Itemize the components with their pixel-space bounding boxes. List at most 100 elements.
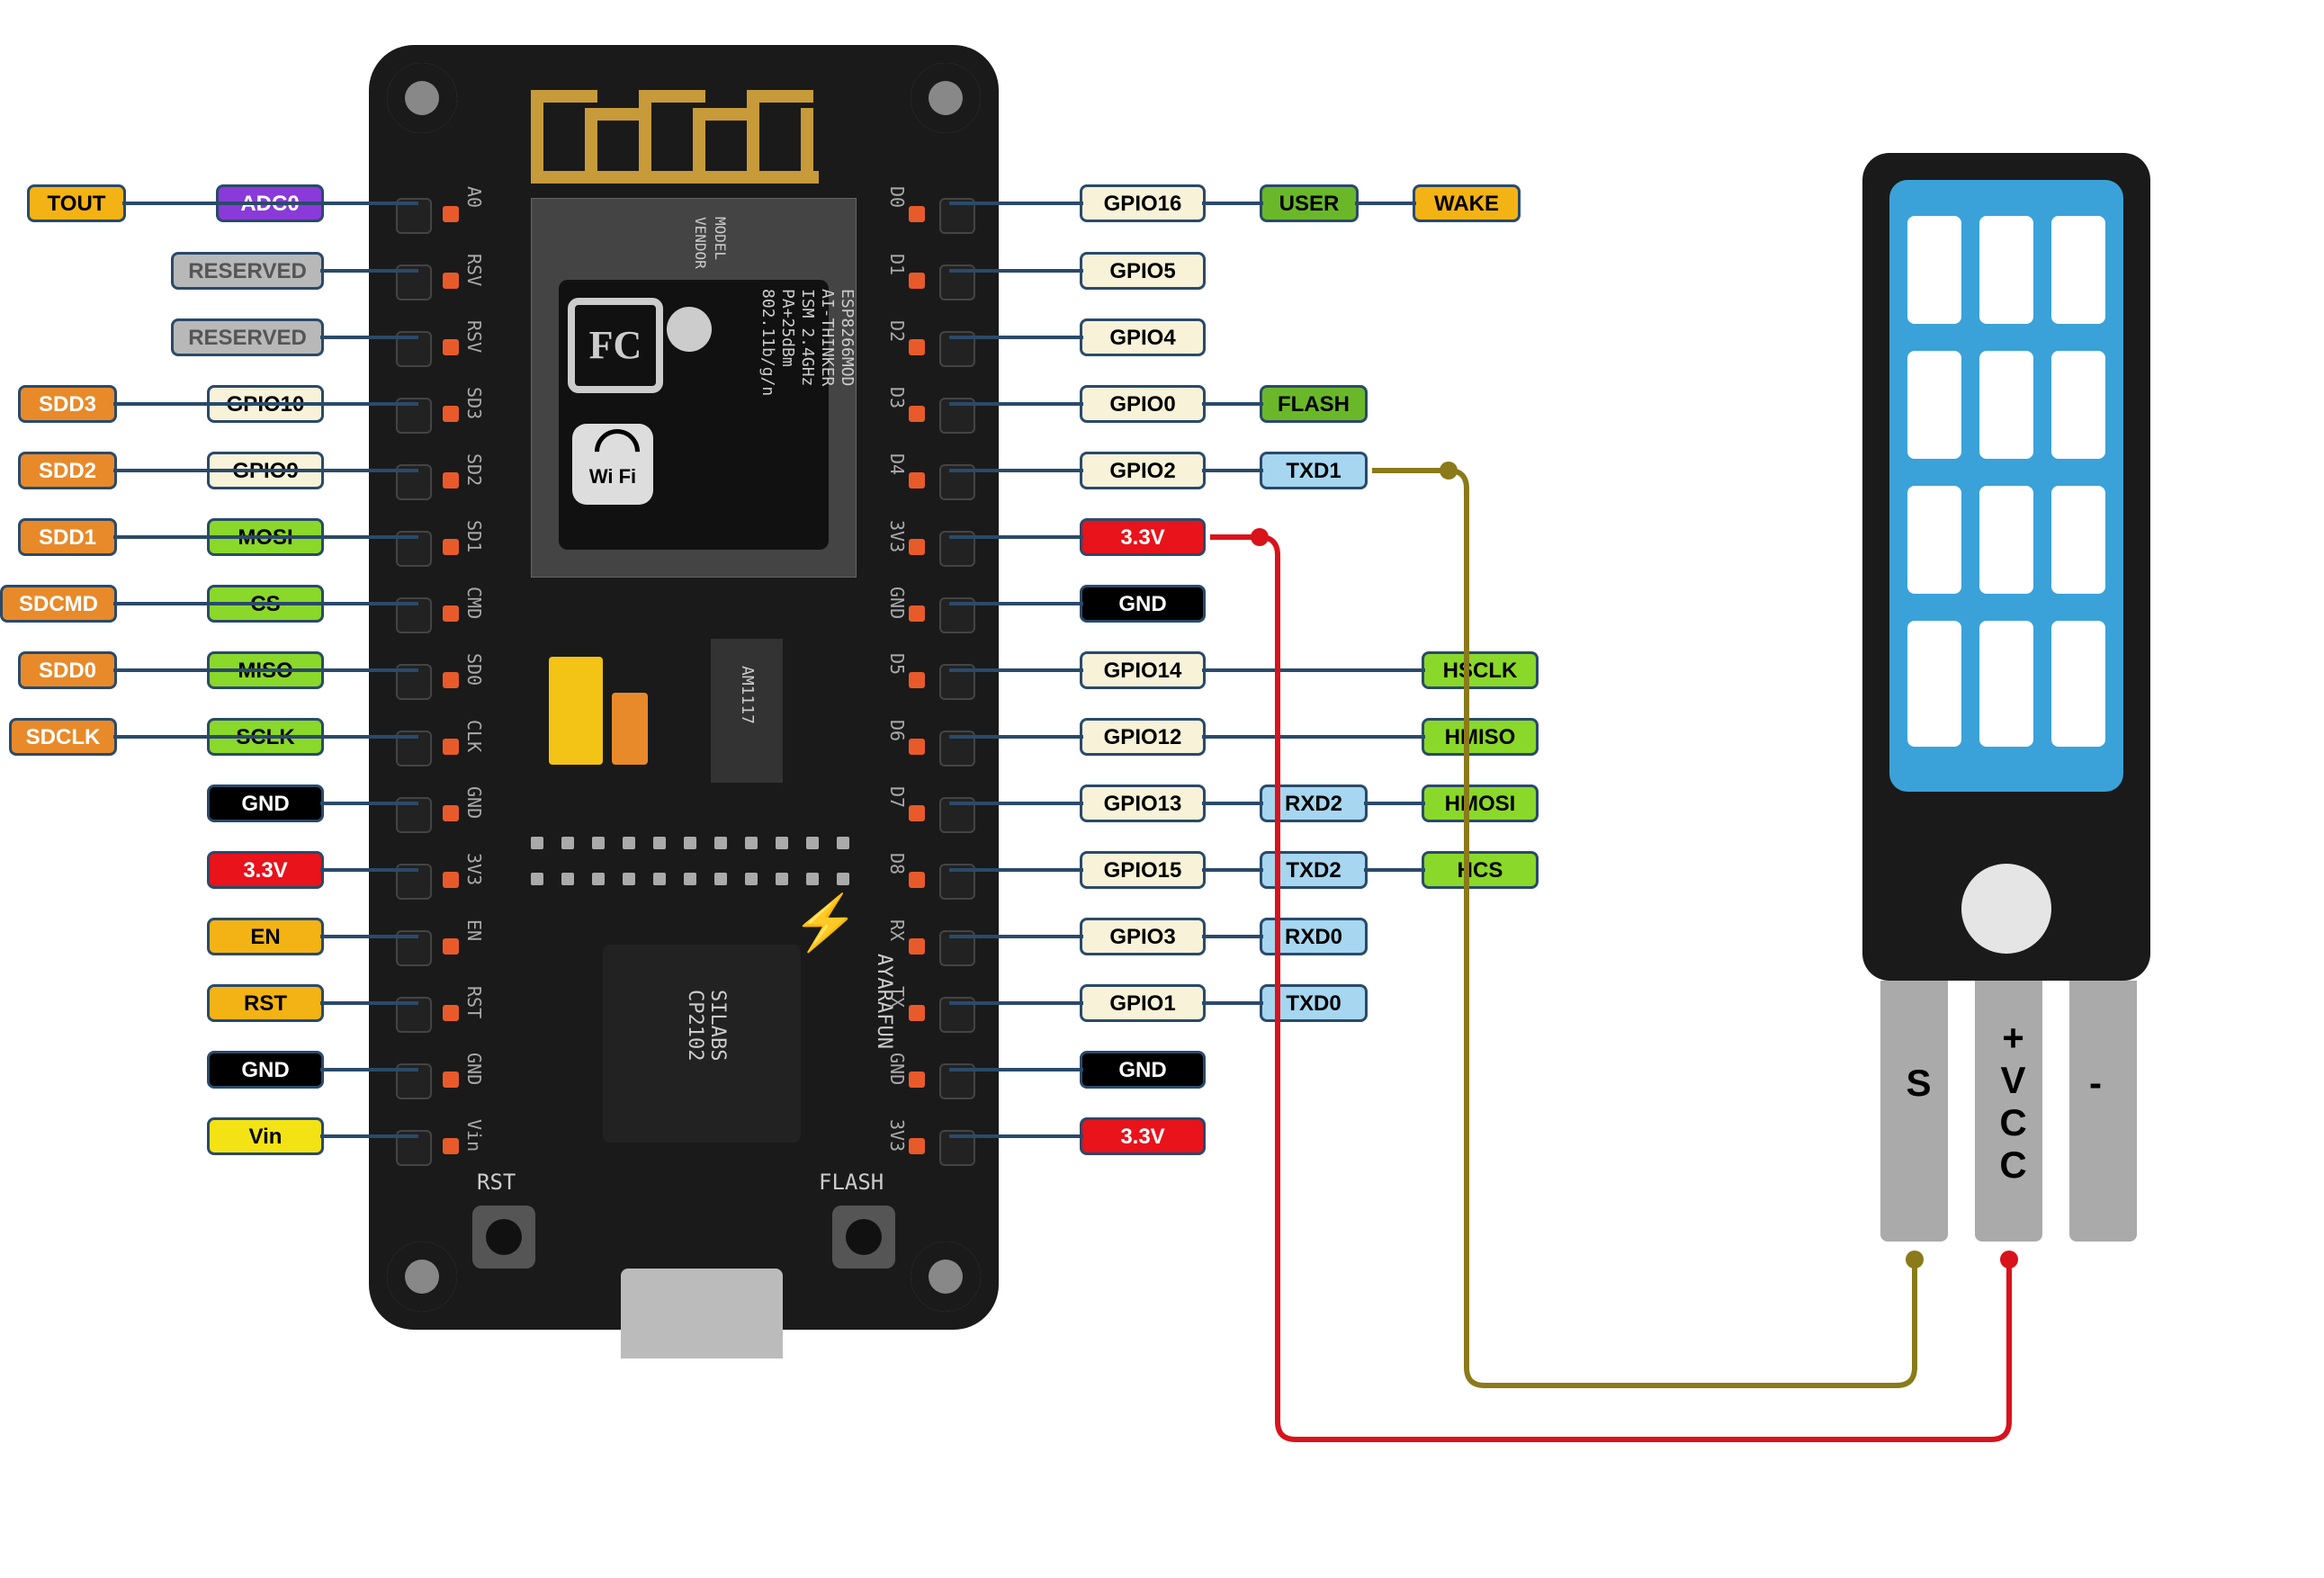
pin-connector-line bbox=[949, 269, 1083, 273]
signal-wire bbox=[1372, 471, 1915, 1385]
pin-label-gpio12: GPIO12 bbox=[1080, 718, 1206, 756]
pin-connector-line bbox=[949, 402, 1083, 406]
right-pin-header[interactable] bbox=[900, 198, 972, 1188]
pin-pad bbox=[443, 872, 459, 888]
pin-pad bbox=[443, 672, 459, 688]
pin-label-rst: RST bbox=[207, 984, 324, 1022]
pin-pad bbox=[909, 1071, 925, 1088]
pin-connector-line bbox=[949, 802, 1083, 805]
silk-label: 3V3 bbox=[886, 520, 908, 552]
pin-pad bbox=[909, 938, 925, 955]
dht-sensor bbox=[1862, 153, 2150, 981]
flash-button[interactable] bbox=[832, 1206, 895, 1269]
pin-connector-line bbox=[320, 1134, 418, 1138]
pin-pad bbox=[909, 805, 925, 821]
capacitor bbox=[549, 657, 603, 765]
rst-button-label: RST bbox=[477, 1170, 516, 1195]
pin-pad bbox=[443, 539, 459, 555]
pin-pad bbox=[909, 605, 925, 622]
pin-pad bbox=[909, 539, 925, 555]
pin-connector-line bbox=[113, 535, 211, 539]
pin-connector-line bbox=[1202, 1001, 1263, 1005]
pin-connector-line bbox=[949, 735, 1083, 739]
pin-connector-line bbox=[949, 1001, 1083, 1005]
pin-pad bbox=[443, 805, 459, 821]
pin-label-gnd: GND bbox=[1080, 1051, 1206, 1089]
pin-connector-line bbox=[1202, 802, 1263, 805]
pin-connector-line bbox=[1355, 202, 1416, 205]
mount-hole bbox=[911, 63, 981, 133]
silk-label: RST bbox=[463, 986, 485, 1018]
pin-label-en: EN bbox=[207, 918, 324, 955]
silk-label: D8 bbox=[886, 853, 908, 874]
pin-label-gpio13: GPIO13 bbox=[1080, 785, 1206, 822]
pin-label-gpio0: GPIO0 bbox=[1080, 385, 1206, 423]
silk-label: GND bbox=[886, 1053, 908, 1085]
rst-button[interactable] bbox=[472, 1206, 535, 1269]
silk-label: RSV bbox=[463, 320, 485, 353]
left-pin-header[interactable] bbox=[396, 198, 468, 1188]
pin-pad bbox=[909, 672, 925, 688]
pin-label-reserved: RESERVED bbox=[171, 318, 324, 356]
silk-label: RSV bbox=[463, 254, 485, 286]
wire-endpoint bbox=[1906, 1251, 1924, 1269]
capacitor bbox=[612, 693, 648, 765]
pin-label-hmosi: HMOSI bbox=[1422, 785, 1539, 822]
pin-connector-line bbox=[320, 269, 418, 273]
pin-connector-line bbox=[1202, 868, 1263, 872]
wiring-diagram: ESP8266MOD AI-THINKER ISM 2.4GHz PA+25dB… bbox=[0, 0, 2324, 1578]
module-text: 802.11b/g/n bbox=[758, 289, 777, 396]
pin-label-rxd0: RXD0 bbox=[1260, 918, 1368, 955]
module-label: VENDOR bbox=[692, 217, 709, 269]
pin-connector-line bbox=[1202, 202, 1263, 205]
pin-connector-line bbox=[113, 402, 211, 406]
pin-label-sdd3: SDD3 bbox=[18, 385, 117, 423]
silk-label: D6 bbox=[886, 720, 908, 741]
pin-label-txd1: TXD1 bbox=[1260, 452, 1368, 489]
flash-button-label: FLASH bbox=[819, 1170, 884, 1195]
pin-label-33v: 3.3V bbox=[1080, 518, 1206, 556]
pin-pad bbox=[909, 406, 925, 422]
silk-label: 3V3 bbox=[463, 853, 485, 885]
silk-label: 3V3 bbox=[886, 1119, 908, 1152]
pin-pad bbox=[909, 206, 925, 222]
pin-pad bbox=[443, 739, 459, 755]
pin-label-flash: FLASH bbox=[1260, 385, 1368, 423]
usb-serial-chip: SILABS CP2102 bbox=[603, 945, 801, 1143]
silk-label: CMD bbox=[463, 587, 485, 619]
regulator-label: AM1117 bbox=[738, 666, 757, 724]
pin-label-gpio15: GPIO15 bbox=[1080, 851, 1206, 889]
sensor-pin-signal[interactable] bbox=[1880, 981, 1948, 1242]
esp8266-module: ESP8266MOD AI-THINKER ISM 2.4GHz PA+25dB… bbox=[531, 198, 857, 578]
pin-label-33v: 3.3V bbox=[207, 851, 324, 889]
module-text: AI-THINKER bbox=[818, 289, 837, 386]
pin-pad bbox=[443, 1138, 459, 1154]
pin-label-sdd0: SDD0 bbox=[18, 651, 117, 689]
pin-label-txd2: TXD2 bbox=[1260, 851, 1368, 889]
pin-label-gpio4: GPIO4 bbox=[1080, 318, 1206, 356]
sensor-pin-gnd[interactable] bbox=[2069, 981, 2137, 1242]
silk-label: CLK bbox=[463, 720, 485, 752]
pin-pad bbox=[909, 739, 925, 755]
pin-label-tout: TOUT bbox=[27, 184, 126, 222]
pin-connector-line bbox=[320, 1068, 418, 1071]
pin-pad bbox=[443, 1005, 459, 1021]
pin-label-gpio16: GPIO16 bbox=[1080, 184, 1206, 222]
pin-pad bbox=[443, 605, 459, 622]
pin-pad bbox=[909, 1138, 925, 1154]
fcc-logo: FC bbox=[568, 298, 663, 393]
silk-label: Vin bbox=[463, 1119, 485, 1152]
pin-connector-line bbox=[320, 802, 418, 805]
silk-label: A0 bbox=[463, 186, 485, 208]
micro-usb-port[interactable] bbox=[621, 1269, 783, 1358]
pin-label-gpio5: GPIO5 bbox=[1080, 252, 1206, 290]
pin-connector-line bbox=[113, 668, 211, 672]
pin-connector-line bbox=[949, 202, 1083, 205]
pin-pad bbox=[909, 472, 925, 489]
pin-connector-line bbox=[949, 602, 1083, 605]
pin-connector-line bbox=[320, 935, 418, 938]
pin-connector-line bbox=[1202, 469, 1263, 472]
pin-label-wake: WAKE bbox=[1413, 184, 1521, 222]
pin-pad bbox=[909, 872, 925, 888]
silk-label: D2 bbox=[886, 320, 908, 342]
